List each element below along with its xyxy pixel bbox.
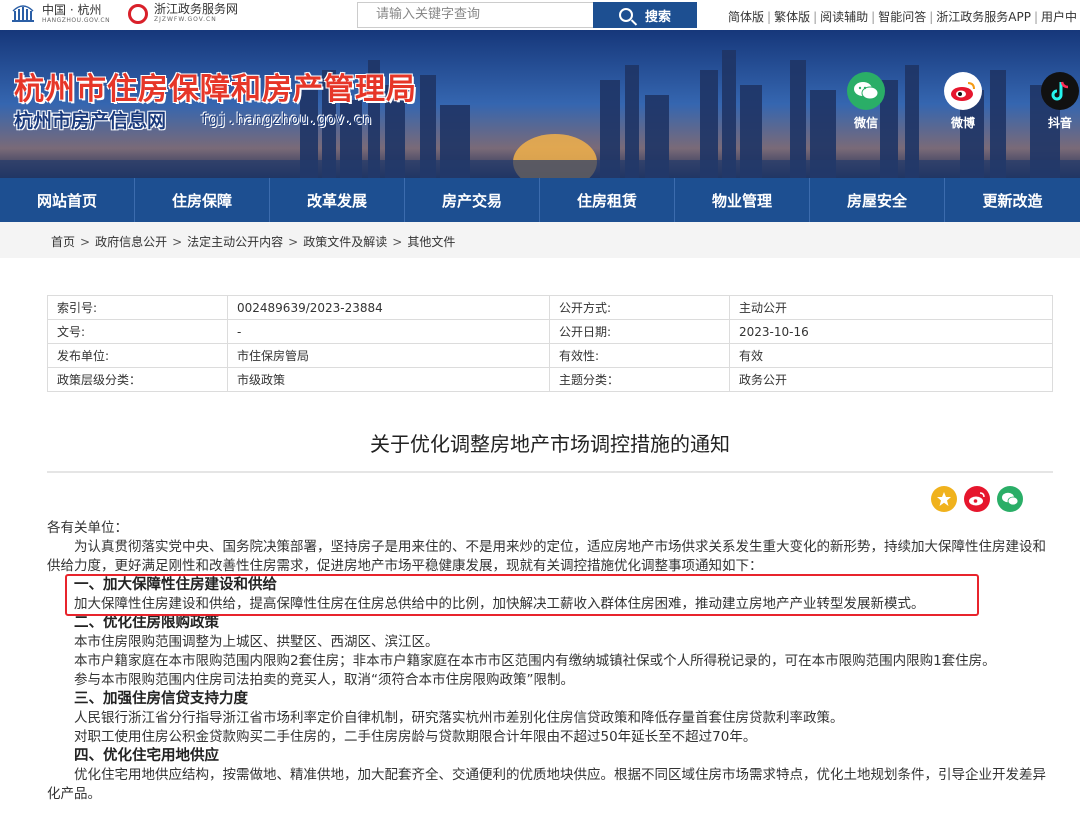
search-button-label: 搜索: [644, 9, 671, 25]
link-smart-qa[interactable]: 智能问答: [878, 10, 926, 24]
document-title: 关于优化调整房地产市场调控措施的通知: [370, 432, 730, 456]
zjzwfw-emblem-icon: [128, 3, 148, 24]
search-icon: [618, 8, 633, 22]
info-key: 公开日期:: [549, 319, 730, 344]
weibo-icon: [944, 72, 982, 110]
info-value: 主动公开: [729, 295, 1053, 320]
body-paragraph: 本市住房限购范围调整为上城区、拱墅区、西湖区、滨江区。: [74, 634, 439, 650]
logo2-title: 浙江政务服务网: [154, 2, 239, 16]
nav-rental[interactable]: 住房租赁: [540, 178, 675, 222]
section-heading: 一、加大保障性住房建设和供给: [74, 577, 277, 593]
wechat-icon: [847, 72, 885, 110]
favorite-star-icon[interactable]: [931, 486, 957, 512]
body-paragraph: 对职工使用住房公积金贷款购买二手住房的，二手住房房龄与贷款期限合计年限由不超过5…: [74, 729, 757, 745]
section-heading: 三、加强住房信贷支持力度: [74, 691, 248, 707]
body-paragraph: 加大保障性住房建设和供给，提高保障性住房在住房总供给中的比例，加快解决工薪收入群…: [74, 596, 925, 612]
wechat-link[interactable]: 微信: [836, 72, 896, 131]
link-user-center[interactable]: 用户中: [1041, 10, 1077, 24]
body-paragraph: 优化住宅用地供应结构，按需做地、精准供地，加大配套齐全、交通便利的优质地块供应。…: [47, 767, 1046, 802]
zjzwfw-logo[interactable]: 浙江政务服务网 ZJZWFW.GOV.CN: [128, 3, 238, 24]
hangzhou-gov-logo[interactable]: 中国 · 杭州 HANGZHOU.GOV.CN: [10, 3, 110, 25]
nav-reform[interactable]: 改革发展: [270, 178, 405, 222]
link-traditional[interactable]: 繁体版: [774, 10, 810, 24]
info-key: 政策层级分类：: [47, 367, 228, 392]
info-value: 政务公开: [729, 367, 1053, 392]
nav-building-safety[interactable]: 房屋安全: [810, 178, 945, 222]
body-paragraph: 人民银行浙江省分行指导浙江省市场利率定价自律机制，研究落实杭州市差别化住房信贷政…: [74, 710, 844, 726]
table-row: 发布单位: 市住保房管局 有效性: 有效: [47, 343, 1053, 368]
douyin-icon: [1041, 72, 1079, 110]
nav-property-trade[interactable]: 房产交易: [405, 178, 540, 222]
link-zjzwfw-app[interactable]: 浙江政务服务APP: [936, 10, 1031, 24]
info-value: -: [227, 319, 550, 344]
section-heading: 二、优化住房限购政策: [74, 615, 219, 631]
douyin-label: 抖音: [1047, 116, 1072, 130]
logo1-title: 中国 · 杭州: [42, 2, 102, 17]
document-info-table: 索引号: 002489639/2023-23884 公开方式: 主动公开 文号:…: [47, 295, 1053, 392]
salutation: 各有关单位：: [47, 520, 128, 536]
logo1-domain: HANGZHOU.GOV.CN: [42, 16, 111, 24]
info-key: 索引号:: [47, 295, 228, 320]
crumb-public-content[interactable]: 法定主动公开内容: [187, 235, 283, 249]
weibo-label: 微博: [950, 116, 975, 130]
info-key: 主题分类：: [549, 367, 730, 392]
main-nav: 网站首页 住房保障 改革发展 房产交易 住房租赁 物业管理 房屋安全 更新改造: [0, 178, 1080, 222]
breadcrumb-bar: 首页 > 政府信息公开 > 法定主动公开内容 > 政策文件及解读 > 其他文件: [0, 222, 1080, 258]
title-divider: [47, 471, 1053, 473]
body-paragraph: 为认真贯彻落实党中央、国务院决策部署，坚持房子是用来住的、不是用来炒的定位，适应…: [47, 539, 1046, 574]
wechat-label: 微信: [853, 116, 878, 130]
document-body: 各有关单位： 为认真贯彻落实党中央、国务院决策部署，坚持房子是用来住的、不是用来…: [47, 519, 1051, 804]
search-input[interactable]: 请输入关键字查询: [357, 2, 593, 28]
crumb-policy-docs[interactable]: 政策文件及解读: [303, 235, 387, 249]
wechat-share-icon[interactable]: [997, 486, 1023, 512]
nav-housing-security[interactable]: 住房保障: [135, 178, 270, 222]
info-key: 有效性:: [549, 343, 730, 368]
site-subtitle: 杭州市房产信息网: [14, 110, 167, 132]
hangzhou-emblem-icon: [12, 5, 34, 22]
section-heading: 四、优化住宅用地供应: [74, 748, 219, 764]
info-value: 有效: [729, 343, 1053, 368]
body-paragraph: 参与本市限购范围内住房司法拍卖的竞买人，取消“须符合本市住房限购政策”限制。: [74, 672, 574, 688]
crumb-other-docs[interactable]: 其他文件: [407, 235, 455, 249]
table-row: 文号: - 公开日期: 2023-10-16: [47, 319, 1053, 344]
table-row: 政策层级分类： 市级政策 主题分类： 政务公开: [47, 367, 1053, 392]
body-paragraph: 本市户籍家庭在本市限购范围内限购2套住房；非本市户籍家庭在本市市区范围内有缴纳城…: [74, 653, 996, 669]
nav-property-mgmt[interactable]: 物业管理: [675, 178, 810, 222]
info-value: 002489639/2023-23884: [227, 295, 550, 320]
link-simplified[interactable]: 简体版: [728, 10, 764, 24]
nav-home[interactable]: 网站首页: [0, 178, 135, 222]
crumb-home[interactable]: 首页: [51, 235, 75, 249]
table-row: 索引号: 002489639/2023-23884 公开方式: 主动公开: [47, 295, 1053, 320]
info-value: 市住保房管局: [227, 343, 550, 368]
search-button[interactable]: 搜索: [593, 2, 697, 28]
crumb-gov-info[interactable]: 政府信息公开: [95, 235, 167, 249]
info-key: 公开方式:: [549, 295, 730, 320]
logo2-domain: ZJZWFW.GOV.CN: [154, 16, 217, 23]
site-url: fgj.hangzhou.gov.cn: [200, 110, 372, 128]
douyin-link[interactable]: 抖音: [1030, 72, 1080, 131]
header-banner: 杭州市住房保障和房产管理局 杭州市房产信息网 fgj.hangzhou.gov.…: [0, 30, 1080, 178]
bureau-title: 杭州市住房保障和房产管理局: [14, 72, 417, 107]
info-key: 文号:: [47, 319, 228, 344]
nav-renewal[interactable]: 更新改造: [945, 178, 1080, 222]
top-bar: 中国 · 杭州 HANGZHOU.GOV.CN 浙江政务服务网 ZJZWFW.G…: [0, 0, 1080, 30]
info-key: 发布单位:: [47, 343, 228, 368]
top-links: 简体版 | 繁体版 | 阅读辅助 | 智能问答 | 浙江政务服务APP | 用户中: [728, 10, 1077, 24]
info-value: 2023-10-16: [729, 319, 1053, 344]
link-reading-aid[interactable]: 阅读辅助: [820, 10, 868, 24]
info-value: 市级政策: [227, 367, 550, 392]
weibo-link[interactable]: 微博: [933, 72, 993, 131]
breadcrumb: 首页 > 政府信息公开 > 法定主动公开内容 > 政策文件及解读 > 其他文件: [51, 235, 456, 249]
weibo-share-icon[interactable]: [964, 486, 990, 512]
